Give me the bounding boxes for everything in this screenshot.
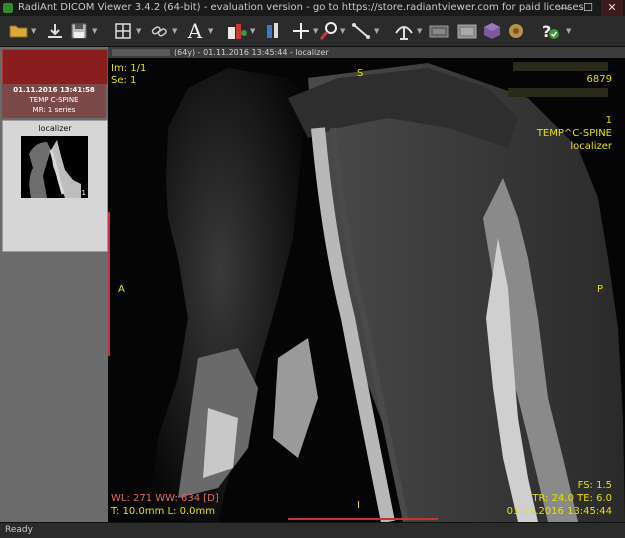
close-button[interactable]: ✕	[601, 0, 623, 16]
tr-te: TR: 24.0 TE: 6.0	[532, 493, 612, 504]
patient-dob-redacted	[508, 88, 608, 97]
patient-age: (64y)	[174, 48, 196, 57]
study-patient-header[interactable]	[2, 49, 108, 85]
annotation-text-icon[interactable]: A	[184, 19, 206, 43]
series-index: Se: 1	[111, 75, 137, 86]
crosshair-icon[interactable]	[290, 20, 312, 42]
field-strength: FS: 1.5	[577, 480, 612, 491]
series-thumbnail-card[interactable]: localizer 1	[2, 120, 108, 252]
study-info[interactable]: 01.11.2016 13:41:58 TEMP C-SPINE MR: 1 s…	[2, 84, 106, 118]
help-icon[interactable]: ?	[540, 20, 562, 42]
series-thumbnail[interactable]: 1	[21, 136, 88, 198]
minimize-button[interactable]: —	[553, 0, 575, 16]
series-image-count: 1	[81, 189, 86, 197]
acquisition-datetime: 01.11.2016 13:45:44	[506, 506, 612, 517]
chevron-down-icon[interactable]: ▼	[31, 28, 38, 35]
chevron-down-icon[interactable]: ▼	[208, 28, 215, 35]
layout-grid-icon[interactable]	[112, 20, 134, 42]
series-number: 1	[605, 115, 612, 126]
orientation-anterior: A	[118, 284, 125, 295]
chevron-down-icon[interactable]: ▼	[172, 28, 179, 35]
orientation-posterior: P	[597, 284, 604, 295]
open-folder-icon[interactable]	[8, 20, 30, 42]
viewport-series-info: - 01.11.2016 13:45:44 - localizer	[197, 48, 329, 57]
viewport-header: (64y) - 01.11.2016 13:45:44 - localizer	[108, 47, 625, 58]
chevron-down-icon[interactable]: ▼	[250, 28, 257, 35]
window-title: RadiAnt DICOM Viewer 3.4.2 (64-bit) - ev…	[18, 2, 584, 13]
chevron-down-icon[interactable]: ▼	[136, 28, 143, 35]
measure-line-icon[interactable]	[350, 20, 372, 42]
screenshot-icon[interactable]	[428, 20, 450, 42]
window-level-icon[interactable]	[262, 20, 284, 42]
app-icon	[3, 3, 13, 13]
save-icon[interactable]	[68, 20, 90, 42]
zoom-icon[interactable]	[318, 20, 340, 42]
study-date: 01.11.2016 13:41:58	[13, 86, 95, 94]
study-series-count: MR: 1 series	[32, 106, 76, 114]
chevron-down-icon[interactable]: ▼	[374, 28, 381, 35]
toolbar: ▼ ▼ ▼ ▼ A ▼ ▼ ▼ ▼ ▼ ▼ ? ▼	[0, 16, 625, 47]
status-bar: Ready	[0, 522, 625, 538]
thickness-location: T: 10.0mm L: 0.0mm	[111, 506, 215, 517]
study-browser: 01.11.2016 13:41:58 TEMP C-SPINE MR: 1 s…	[0, 47, 109, 522]
study-description: TEMP C-SPINE	[29, 96, 79, 104]
patient-name-redacted	[112, 49, 170, 56]
study-description-overlay: TEMP^C-SPINE	[536, 128, 612, 139]
image-viewport[interactable]: Im: 1/1 Se: 1 S A P I 6879 1 TEMP^C-SPIN…	[108, 58, 625, 522]
chevron-down-icon[interactable]: ▼	[417, 28, 424, 35]
status-text: Ready	[5, 525, 33, 535]
color-map-icon[interactable]	[481, 20, 503, 42]
scale-ruler-horizontal	[288, 518, 438, 520]
series-description-overlay: localizer	[570, 141, 612, 152]
download-icon[interactable]	[44, 20, 66, 42]
orientation-inferior: I	[357, 500, 360, 511]
chevron-down-icon[interactable]: ▼	[566, 28, 573, 35]
patient-id: 6879	[586, 74, 612, 85]
window-level-readout: WL: 271 WW: 634 [D]	[111, 493, 219, 504]
patient-name-redacted	[513, 62, 608, 71]
title-bar: RadiAnt DICOM Viewer 3.4.2 (64-bit) - ev…	[0, 0, 625, 16]
scale-ruler-vertical	[108, 212, 110, 356]
mpr-icon[interactable]	[393, 20, 415, 42]
window-level-icon[interactable]	[226, 20, 248, 42]
image-index: Im: 1/1	[111, 63, 147, 74]
3d-icon[interactable]	[456, 20, 478, 42]
link-icon[interactable]	[148, 20, 170, 42]
series-label: localizer	[38, 124, 72, 133]
orientation-superior: S	[357, 68, 364, 79]
circle-icon[interactable]	[505, 20, 527, 42]
chevron-down-icon[interactable]: ▼	[340, 28, 347, 35]
chevron-down-icon[interactable]: ▼	[92, 28, 99, 35]
maximize-button[interactable]: ☐	[577, 0, 599, 16]
